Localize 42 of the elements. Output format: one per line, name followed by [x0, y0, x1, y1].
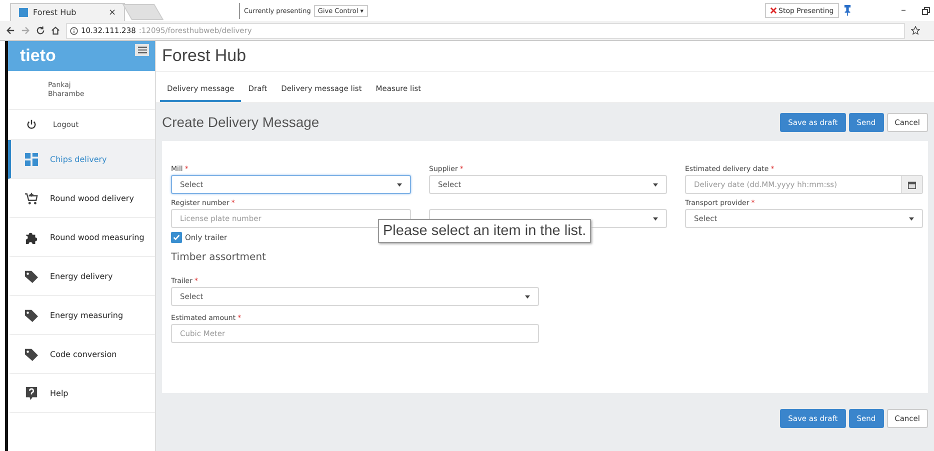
- app-title: Forest Hub: [156, 41, 934, 72]
- sidebar-item[interactable]: Round wood delivery: [8, 179, 155, 218]
- caret-icon: [909, 216, 914, 220]
- back-icon[interactable]: [6, 26, 15, 35]
- calendar-icon: [908, 180, 916, 188]
- tag-icon: [25, 348, 38, 360]
- validation-tooltip: Please select an item in the list.: [378, 219, 592, 243]
- reload-icon[interactable]: [36, 26, 45, 35]
- star-icon[interactable]: [911, 26, 920, 35]
- menu-button[interactable]: [135, 44, 149, 56]
- caret-icon: [525, 294, 530, 298]
- restore-icon[interactable]: [922, 6, 930, 14]
- menu-icon: [138, 46, 146, 54]
- close-icon: [770, 7, 776, 14]
- caret-icon: [397, 182, 402, 186]
- caret-icon: [653, 216, 658, 220]
- power-icon: [26, 119, 37, 130]
- checkmark-icon: [172, 233, 181, 242]
- calendar-button[interactable]: [901, 176, 922, 193]
- sidebar-item[interactable]: Code conversion: [8, 335, 155, 374]
- page-title: Create Delivery Message: [162, 114, 320, 130]
- sidebar-item[interactable]: Energy measuring: [8, 296, 155, 335]
- tag-icon: [25, 308, 38, 322]
- cart-icon: [25, 192, 38, 204]
- grid-icon: [25, 152, 38, 166]
- minimize-button[interactable]: –: [901, 5, 906, 16]
- caret-icon: [653, 182, 658, 186]
- home-icon[interactable]: [51, 26, 60, 35]
- section-title: Timber assortment: [171, 252, 267, 263]
- help-icon: [25, 386, 38, 400]
- favicon-icon: [19, 8, 28, 17]
- pin-icon[interactable]: [844, 5, 851, 16]
- logo-text: tieto: [20, 46, 56, 66]
- info-icon: [70, 26, 78, 34]
- tag-icon: [25, 270, 38, 282]
- sidebar-item[interactable]: Round wood measuring: [8, 218, 155, 257]
- sidebar-item[interactable]: Energy delivery: [8, 257, 155, 296]
- sidebar-item[interactable]: Help: [8, 374, 155, 413]
- browser-tab[interactable]: Forest Hub ×: [10, 3, 125, 21]
- tab-title: Forest Hub: [33, 8, 78, 17]
- puzzle-icon: [25, 230, 38, 244]
- close-icon[interactable]: ×: [108, 8, 116, 18]
